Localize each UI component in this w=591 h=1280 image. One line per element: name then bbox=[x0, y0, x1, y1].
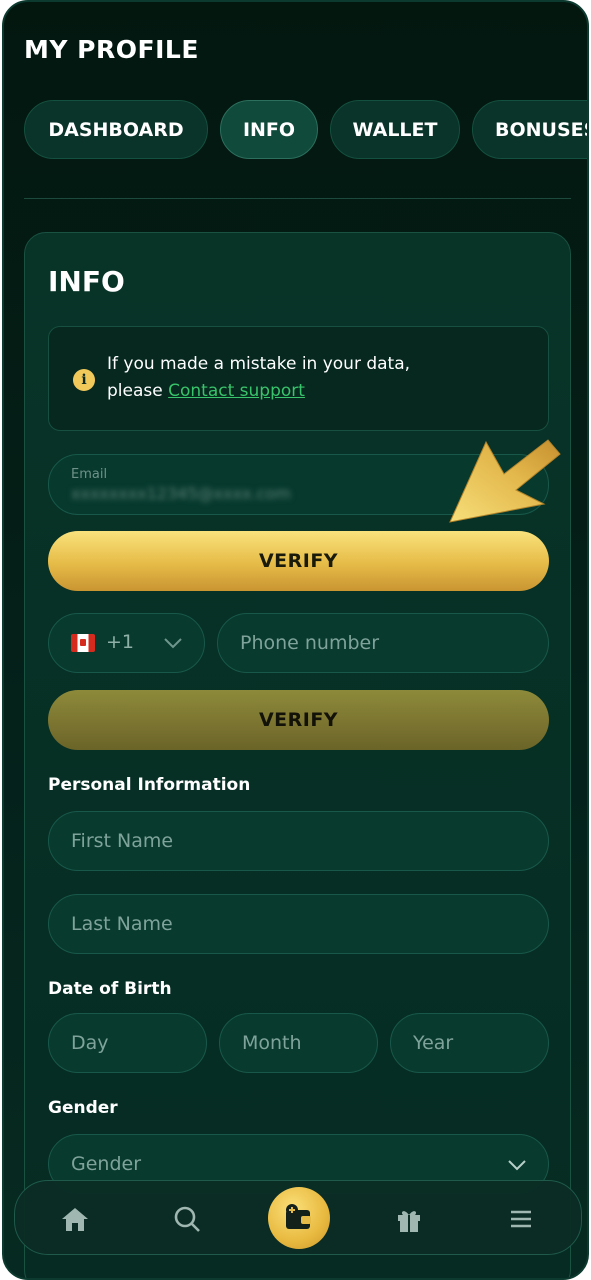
tab-info[interactable]: INFO bbox=[220, 100, 318, 159]
notice-line1: If you made a mistake in your data, bbox=[107, 354, 411, 374]
support-notice: i If you made a mistake in your data, pl… bbox=[48, 326, 549, 431]
country-dial-code: +1 bbox=[106, 631, 135, 653]
chevron-down-icon bbox=[508, 1160, 526, 1171]
notice-prefix: please bbox=[107, 381, 169, 401]
search-icon[interactable] bbox=[171, 1203, 203, 1235]
verify-phone-button[interactable]: VERIFY bbox=[48, 690, 549, 750]
divider bbox=[24, 198, 571, 199]
pointer-arrow-icon bbox=[449, 439, 561, 523]
bottom-navigation bbox=[14, 1180, 582, 1255]
email-value: xxxxxxxx12345@xxxx.com bbox=[71, 483, 291, 503]
verify-email-button[interactable]: VERIFY bbox=[48, 531, 549, 591]
menu-icon[interactable] bbox=[505, 1203, 537, 1235]
gift-icon[interactable] bbox=[393, 1203, 425, 1235]
wallet-button[interactable] bbox=[268, 1187, 330, 1249]
gender-heading: Gender bbox=[48, 1098, 118, 1118]
email-label: Email bbox=[71, 466, 108, 482]
chevron-down-icon bbox=[164, 638, 182, 649]
profile-tabs: DASHBOARD INFO WALLET BONUSES bbox=[24, 100, 587, 162]
wallet-icon bbox=[286, 1204, 311, 1229]
country-code-select[interactable]: +1 bbox=[48, 613, 205, 673]
info-title: INFO bbox=[48, 265, 125, 298]
last-name-input[interactable]: Last Name bbox=[48, 894, 549, 954]
app-screen: MY PROFILE DASHBOARD INFO WALLET BONUSES… bbox=[2, 0, 589, 1280]
tab-dashboard[interactable]: DASHBOARD bbox=[24, 100, 208, 159]
dob-heading: Date of Birth bbox=[48, 979, 172, 999]
dob-day-input[interactable]: Day bbox=[48, 1013, 207, 1073]
notice-text: If you made a mistake in your data, plea… bbox=[107, 351, 527, 405]
page-title: MY PROFILE bbox=[24, 35, 199, 64]
tab-wallet[interactable]: WALLET bbox=[330, 100, 460, 159]
personal-info-heading: Personal Information bbox=[48, 775, 251, 795]
first-name-input[interactable]: First Name bbox=[48, 811, 549, 871]
dob-year-input[interactable]: Year bbox=[390, 1013, 549, 1073]
phone-input[interactable]: Phone number bbox=[217, 613, 549, 673]
gender-placeholder: Gender bbox=[71, 1153, 142, 1175]
dob-month-input[interactable]: Month bbox=[219, 1013, 378, 1073]
home-icon[interactable] bbox=[59, 1203, 91, 1235]
tab-bonuses[interactable]: BONUSES bbox=[472, 100, 587, 159]
info-icon: i bbox=[73, 369, 95, 391]
canada-flag-icon bbox=[71, 634, 95, 652]
contact-support-link[interactable]: Contact support bbox=[168, 381, 305, 401]
